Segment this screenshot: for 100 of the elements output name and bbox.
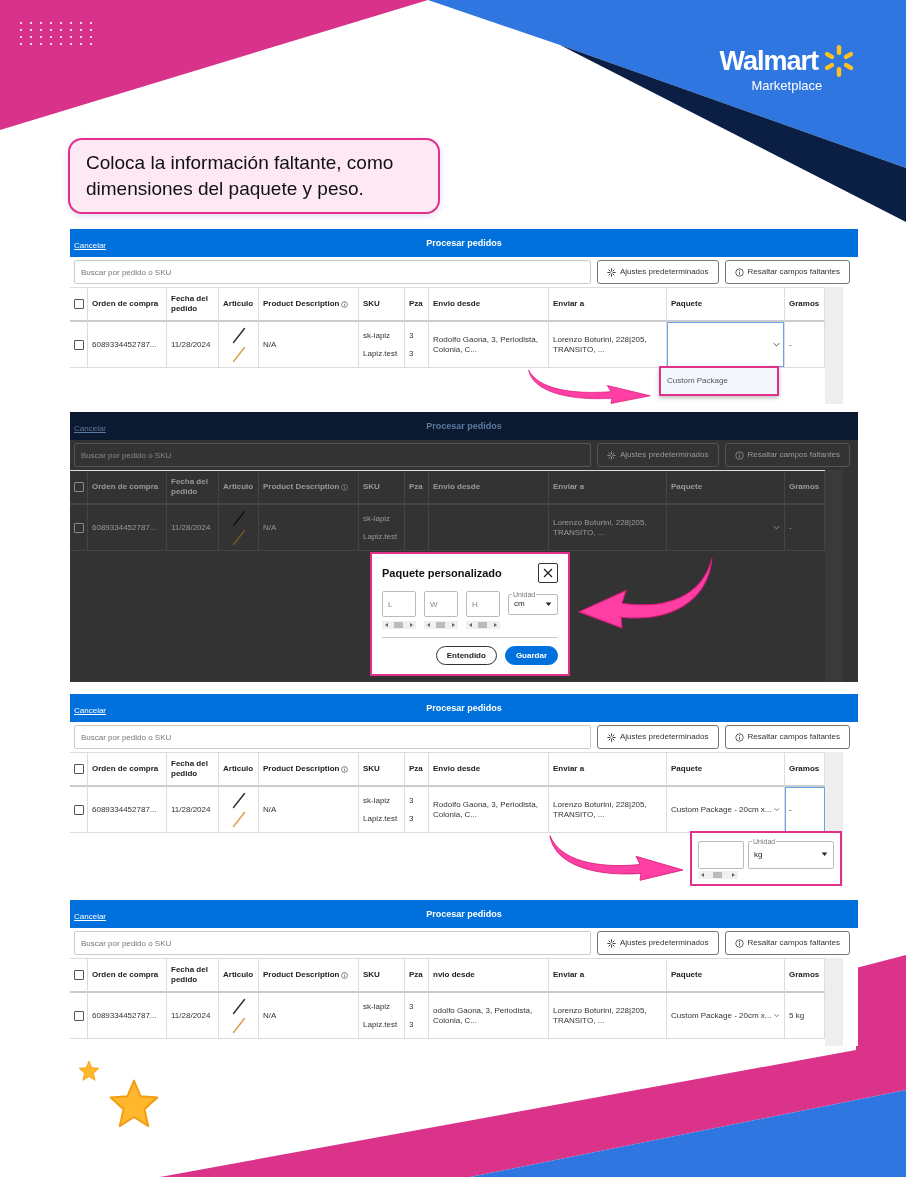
- dialog-title: Paquete personalizado: [382, 566, 502, 582]
- checkbox[interactable]: [74, 764, 84, 775]
- sku-text: Lapiz.test: [363, 348, 398, 360]
- page-title: Procesar pedidos: [425, 419, 503, 433]
- order-date: 11/28/2024: [167, 787, 219, 834]
- dimension-field[interactable]: H: [466, 591, 500, 618]
- column-header: SKU: [363, 482, 380, 493]
- column-header: Orden de compra: [92, 970, 159, 981]
- instruction-callout: Coloca la información faltante, como dimensiones del paquete y peso.: [68, 138, 440, 215]
- info-icon: [734, 450, 744, 460]
- table-cell: N/A: [259, 993, 359, 1040]
- sparkle-icon: [607, 732, 616, 742]
- cancel-link[interactable]: Cancelar: [74, 912, 106, 922]
- defaults-button[interactable]: Ajustes predeterminados: [597, 931, 719, 956]
- highlight-missing-button[interactable]: Resaltar campos faltantes: [724, 443, 850, 468]
- checkbox[interactable]: [74, 339, 84, 350]
- address-text: Lorenzo Boturini, 228|205, TRANSITO, ...: [553, 799, 648, 821]
- info-icon: [341, 765, 349, 773]
- checkbox[interactable]: [74, 1010, 84, 1021]
- order-number: 6089334452787...: [88, 993, 167, 1040]
- table-cell: N/A: [259, 505, 359, 552]
- checkbox[interactable]: [74, 299, 84, 310]
- checkbox[interactable]: [74, 522, 84, 533]
- pencil-icon: [231, 1016, 246, 1034]
- defaults-button[interactable]: Ajustes predeterminados: [597, 443, 719, 468]
- column-header: Paquete: [671, 970, 703, 981]
- column-header: SKU: [363, 970, 380, 981]
- column-header: Gramos: [789, 482, 820, 493]
- dimension-field[interactable]: L: [382, 591, 416, 618]
- info-icon: [734, 938, 744, 948]
- checkbox[interactable]: [74, 804, 84, 815]
- scrollbar[interactable]: [825, 470, 843, 683]
- column-header: Fecha del pedido: [171, 293, 209, 316]
- page-title: Procesar pedidos: [425, 907, 503, 921]
- quantity-text: 3: [409, 330, 414, 341]
- scrollbar[interactable]: [825, 958, 843, 1047]
- column-header: nvio desde: [433, 970, 475, 981]
- highlight-missing-button[interactable]: Resaltar campos faltantes: [724, 931, 850, 956]
- chevron-icon: [774, 807, 780, 813]
- dimension-field[interactable]: W: [424, 591, 458, 618]
- cancel-link[interactable]: Cancelar: [74, 241, 106, 251]
- quantity-text: 3: [409, 795, 414, 806]
- sparkle-icon: [607, 267, 616, 277]
- cancel-link[interactable]: Cancelar: [74, 706, 106, 716]
- cancel-link[interactable]: Cancelar: [74, 424, 106, 434]
- column-header: Envio desde: [433, 764, 481, 775]
- defaults-button[interactable]: Ajustes predeterminados: [597, 260, 719, 285]
- order-date: 11/28/2024: [167, 505, 219, 552]
- package-select[interactable]: [667, 322, 784, 368]
- column-header: Pza: [409, 970, 423, 981]
- pencil-icon: [231, 345, 246, 363]
- close-icon: [543, 568, 553, 579]
- page-title: Procesar pedidos: [425, 236, 503, 250]
- search-field[interactable]: Buscar por pedido o SKU: [74, 443, 591, 468]
- save-button[interactable]: Guardar: [504, 646, 558, 666]
- sku-text: sk-lapiz: [363, 795, 391, 806]
- order-number: 6089334452787...: [88, 322, 167, 369]
- quantity-text: 3: [409, 1001, 414, 1012]
- scrollbar-drawing: [382, 621, 416, 630]
- column-header: Enviar a: [553, 482, 585, 493]
- column-header: Articulo: [223, 482, 254, 493]
- scrollbar-drawing: [466, 621, 500, 630]
- ok-button[interactable]: Entendido: [435, 646, 497, 666]
- package-select[interactable]: Custom Package - 20cm x...: [667, 787, 784, 833]
- caret-icon: [821, 852, 828, 858]
- column-header: SKU: [363, 764, 380, 775]
- close-button[interactable]: [538, 563, 558, 584]
- info-icon: [341, 971, 349, 979]
- star-icon: [78, 1060, 100, 1082]
- defaults-button[interactable]: Ajustes predeterminados: [597, 725, 719, 750]
- highlight-missing-button[interactable]: Resaltar campos faltantes: [724, 260, 850, 285]
- column-header: Articulo: [223, 970, 254, 981]
- column-header: Articulo: [223, 764, 254, 775]
- highlight-missing-button[interactable]: Resaltar campos faltantes: [724, 725, 850, 750]
- package-select[interactable]: Custom Package - 20cm x...: [667, 993, 784, 1039]
- checkbox[interactable]: [74, 482, 84, 493]
- order-date: 11/28/2024: [167, 993, 219, 1040]
- brand-name: Walmart: [719, 47, 818, 75]
- column-header: Envio desde: [433, 299, 481, 310]
- column-header: Product Description: [263, 970, 340, 981]
- checkbox[interactable]: [74, 970, 84, 981]
- column-header: Enviar a: [553, 299, 585, 310]
- scrollbar-drawing: [698, 871, 738, 880]
- column-header: Enviar a: [553, 970, 585, 981]
- column-header: Paquete: [671, 764, 703, 775]
- column-header: Orden de compra: [92, 299, 159, 310]
- column-header: Orden de compra: [92, 764, 159, 775]
- chevron-icon: [774, 1013, 780, 1019]
- pencil-icon: [231, 791, 246, 809]
- column-header: Fecha del pedido: [171, 758, 209, 781]
- quantity-text: 3: [409, 813, 414, 825]
- brand-tagline: Marketplace: [751, 79, 824, 92]
- menu-option[interactable]: Custom Package: [661, 368, 777, 395]
- weight-field[interactable]: [698, 841, 744, 870]
- chevron-icon: [773, 342, 780, 348]
- scrollbar[interactable]: [825, 287, 843, 405]
- column-header: Orden de compra: [92, 482, 159, 493]
- spark-icon: [822, 44, 856, 78]
- info-icon: [341, 483, 349, 491]
- pencil-icon: [231, 997, 246, 1015]
